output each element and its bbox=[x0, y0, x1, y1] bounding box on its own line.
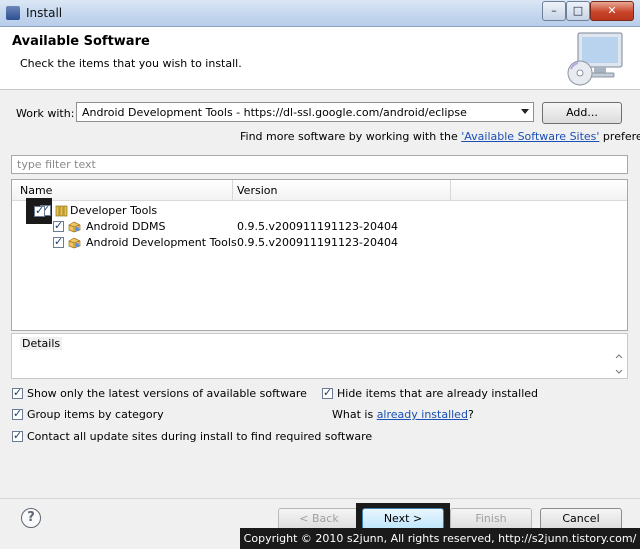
details-label: Details bbox=[20, 337, 63, 350]
work-with-label: Work with: bbox=[16, 107, 75, 120]
title-bar: Install – □ ✕ bbox=[0, 0, 640, 27]
page-description: Check the items that you wish to install… bbox=[20, 57, 242, 70]
details-panel bbox=[11, 333, 628, 379]
hide-installed-label: Hide items that are already installed bbox=[337, 387, 539, 400]
divider bbox=[0, 498, 640, 499]
checkbox[interactable] bbox=[12, 407, 23, 420]
what-is-prefix: What is bbox=[332, 408, 377, 421]
window-title: Install bbox=[26, 6, 63, 20]
find-more-prefix: Find more software by working with the bbox=[240, 130, 462, 143]
minimize-button[interactable]: – bbox=[542, 1, 566, 21]
what-is-suffix: ? bbox=[467, 408, 474, 421]
wizard-header: Available Software Check the items that … bbox=[0, 27, 640, 90]
finish-button[interactable]: Finish bbox=[450, 508, 532, 530]
group-by-category-label: Group items by category bbox=[27, 408, 164, 421]
tree-item-name: Android DDMS bbox=[86, 220, 166, 233]
tree-item-version: 0.9.5.v200911191123-20404 bbox=[237, 220, 398, 233]
checkbox[interactable] bbox=[12, 429, 23, 442]
tree-item-version: 0.9.5.v200911191123-20404 bbox=[237, 236, 398, 249]
tree-item-name: Developer Tools bbox=[70, 204, 158, 217]
show-latest-label: Show only the latest versions of availab… bbox=[27, 387, 307, 400]
column-name[interactable]: Name bbox=[20, 184, 52, 197]
column-version[interactable]: Version bbox=[237, 184, 277, 197]
checkbox[interactable] bbox=[53, 219, 64, 232]
find-more-text: Find more software by working with the '… bbox=[240, 130, 640, 143]
contact-sites-label: Contact all update sites during install … bbox=[27, 430, 373, 443]
maximize-button[interactable]: □ bbox=[566, 1, 590, 21]
tree-row[interactable]: Android DDMS 0.9.5.v200911191123-20404 bbox=[12, 219, 627, 235]
work-with-combo[interactable]: Android Development Tools - https://dl-s… bbox=[76, 102, 534, 122]
install-monitor-icon bbox=[567, 32, 623, 86]
what-is-installed-text: What is already installed? bbox=[332, 408, 474, 421]
find-more-suffix: preferences. bbox=[602, 130, 640, 143]
next-button[interactable]: Next > bbox=[362, 508, 444, 530]
tree-item-name: Android Development Tools bbox=[86, 236, 237, 249]
column-separator[interactable] bbox=[450, 180, 451, 200]
software-tree[interactable]: Name Version Developer Tools Android DDM… bbox=[11, 179, 628, 331]
already-installed-link[interactable]: already installed bbox=[377, 408, 468, 421]
app-icon bbox=[6, 6, 20, 20]
plugin-icon bbox=[68, 221, 81, 233]
column-separator[interactable] bbox=[232, 180, 233, 200]
tree-row[interactable]: Developer Tools bbox=[12, 203, 627, 219]
checkbox[interactable] bbox=[322, 386, 333, 399]
available-software-sites-link[interactable]: 'Available Software Sites' bbox=[461, 130, 599, 143]
close-button[interactable]: ✕ bbox=[590, 1, 634, 21]
help-icon[interactable]: ? bbox=[21, 508, 41, 528]
cancel-button[interactable]: Cancel bbox=[540, 508, 622, 530]
category-icon bbox=[55, 205, 68, 217]
filter-input[interactable]: type filter text bbox=[11, 155, 628, 174]
checkbox[interactable] bbox=[53, 235, 64, 248]
work-with-value: Android Development Tools - https://dl-s… bbox=[82, 106, 467, 119]
copyright-watermark: Copyright © 2010 s2junn, All rights rese… bbox=[240, 528, 640, 549]
checkbox[interactable] bbox=[12, 386, 23, 399]
tree-header: Name Version bbox=[12, 180, 627, 201]
plugin-icon bbox=[68, 237, 81, 249]
details-scrollbar[interactable] bbox=[612, 352, 626, 376]
back-button[interactable]: < Back bbox=[278, 508, 360, 530]
developer-tools-checkbox[interactable] bbox=[34, 204, 45, 217]
page-title: Available Software bbox=[12, 34, 150, 49]
chevron-down-icon bbox=[521, 109, 529, 114]
tree-row[interactable]: Android Development Tools 0.9.5.v2009111… bbox=[12, 235, 627, 251]
add-button[interactable]: Add... bbox=[542, 102, 622, 124]
